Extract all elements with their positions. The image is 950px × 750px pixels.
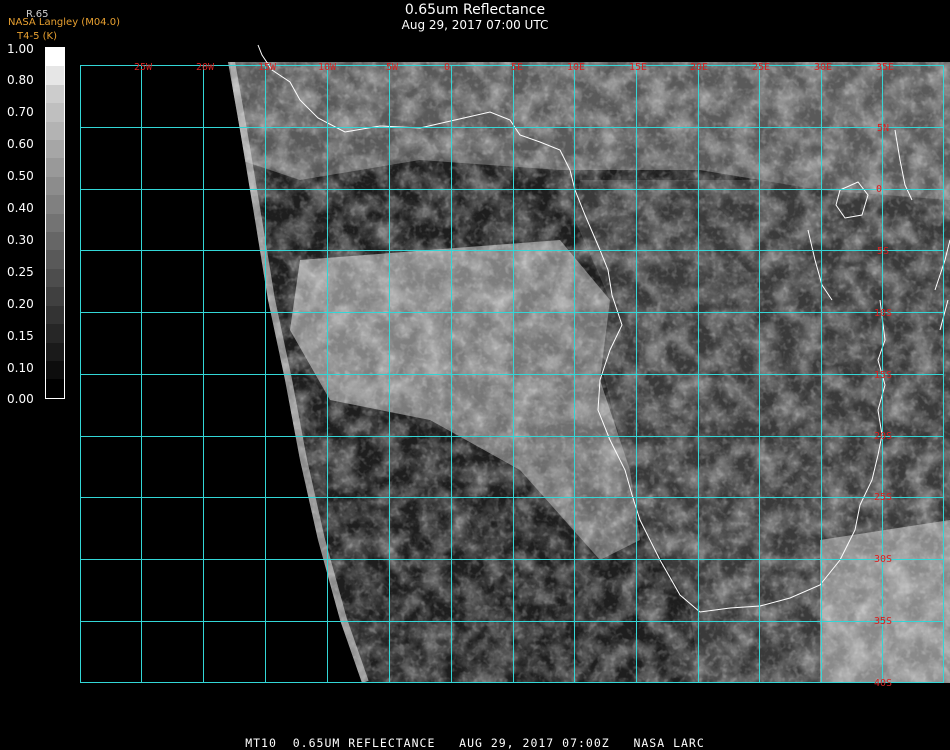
colorbar-tick: 0.15 <box>7 329 34 343</box>
colorbar-tick: 1.00 <box>7 42 34 56</box>
lon-label: 15E <box>629 62 647 73</box>
colorbar-step <box>46 176 64 196</box>
colorbar-step <box>46 324 64 343</box>
colorbar-tick: 0.70 <box>7 105 34 119</box>
lat-label: 35S <box>874 616 892 627</box>
lat-label: 0 <box>876 184 882 195</box>
colorbar-tick: 0.00 <box>7 392 34 406</box>
colorbar-tick: 0.40 <box>7 201 34 215</box>
lon-label: 35E <box>876 62 894 73</box>
colorbar-step <box>46 213 64 233</box>
colorbar-step <box>46 158 64 177</box>
lon-label: 15W <box>258 62 277 73</box>
lat-label: 5N <box>877 123 889 134</box>
image-title: 0.65um Reflectance <box>404 2 546 18</box>
lat-label: 25S <box>874 492 892 503</box>
lon-label: 25W <box>134 62 153 73</box>
lat-label: 40S <box>874 678 892 689</box>
colorbar-step <box>46 342 64 361</box>
lat-label: 15S <box>874 370 892 381</box>
colorbar-step <box>46 84 64 104</box>
colorbar-step <box>46 287 64 306</box>
colorbar-step <box>46 48 64 67</box>
colorbar-tick: 0.20 <box>7 297 34 311</box>
colorbar-step <box>46 121 64 141</box>
lat-label: 10S <box>874 308 892 319</box>
lon-label: 10E <box>567 62 585 73</box>
colorbar-tick: 0.25 <box>7 265 34 279</box>
colorbar-tick: 0.50 <box>7 169 34 183</box>
lat-label: 30S <box>874 554 892 565</box>
colorbar-step <box>46 195 64 214</box>
lat-label: 20S <box>874 431 892 442</box>
image-subtitle: Aug 29, 2017 07:00 UTC <box>401 18 549 32</box>
colorbar-step <box>46 305 64 325</box>
colorbar-tick: 0.60 <box>7 137 34 151</box>
colorbar-tick: 0.80 <box>7 73 34 87</box>
colorbar-sub-label: T4-5 (K) <box>17 31 57 42</box>
agency-label: NASA Langley (M04.0) <box>8 17 120 28</box>
colorbar-step <box>46 268 64 288</box>
colorbar-tick: 0.10 <box>7 361 34 375</box>
lon-label: 10W <box>318 62 337 73</box>
footer-caption: MT10 0.65UM REFLECTANCE AUG 29, 2017 07:… <box>245 736 705 750</box>
colorbar-step <box>46 140 64 159</box>
colorbar <box>45 47 65 399</box>
lat-label: 5S <box>877 246 889 257</box>
lon-label: 30E <box>814 62 832 73</box>
colorbar-step <box>46 360 64 380</box>
lon-label: 5E <box>511 62 523 73</box>
lon-label: 25E <box>752 62 770 73</box>
lon-label: 20E <box>690 62 708 73</box>
colorbar-tick: 0.30 <box>7 233 34 247</box>
colorbar-step <box>46 66 64 85</box>
lon-label: 5W <box>386 62 399 73</box>
colorbar-step <box>46 232 64 251</box>
colorbar-step <box>46 379 64 398</box>
colorbar-step <box>46 103 64 122</box>
satellite-map: 25W 20W 15W 10W 5W 0 5E 10E 15E 20E 25E … <box>80 44 950 689</box>
colorbar-step <box>46 250 64 269</box>
lon-label: 20W <box>196 62 215 73</box>
lon-label: 0 <box>444 62 450 73</box>
